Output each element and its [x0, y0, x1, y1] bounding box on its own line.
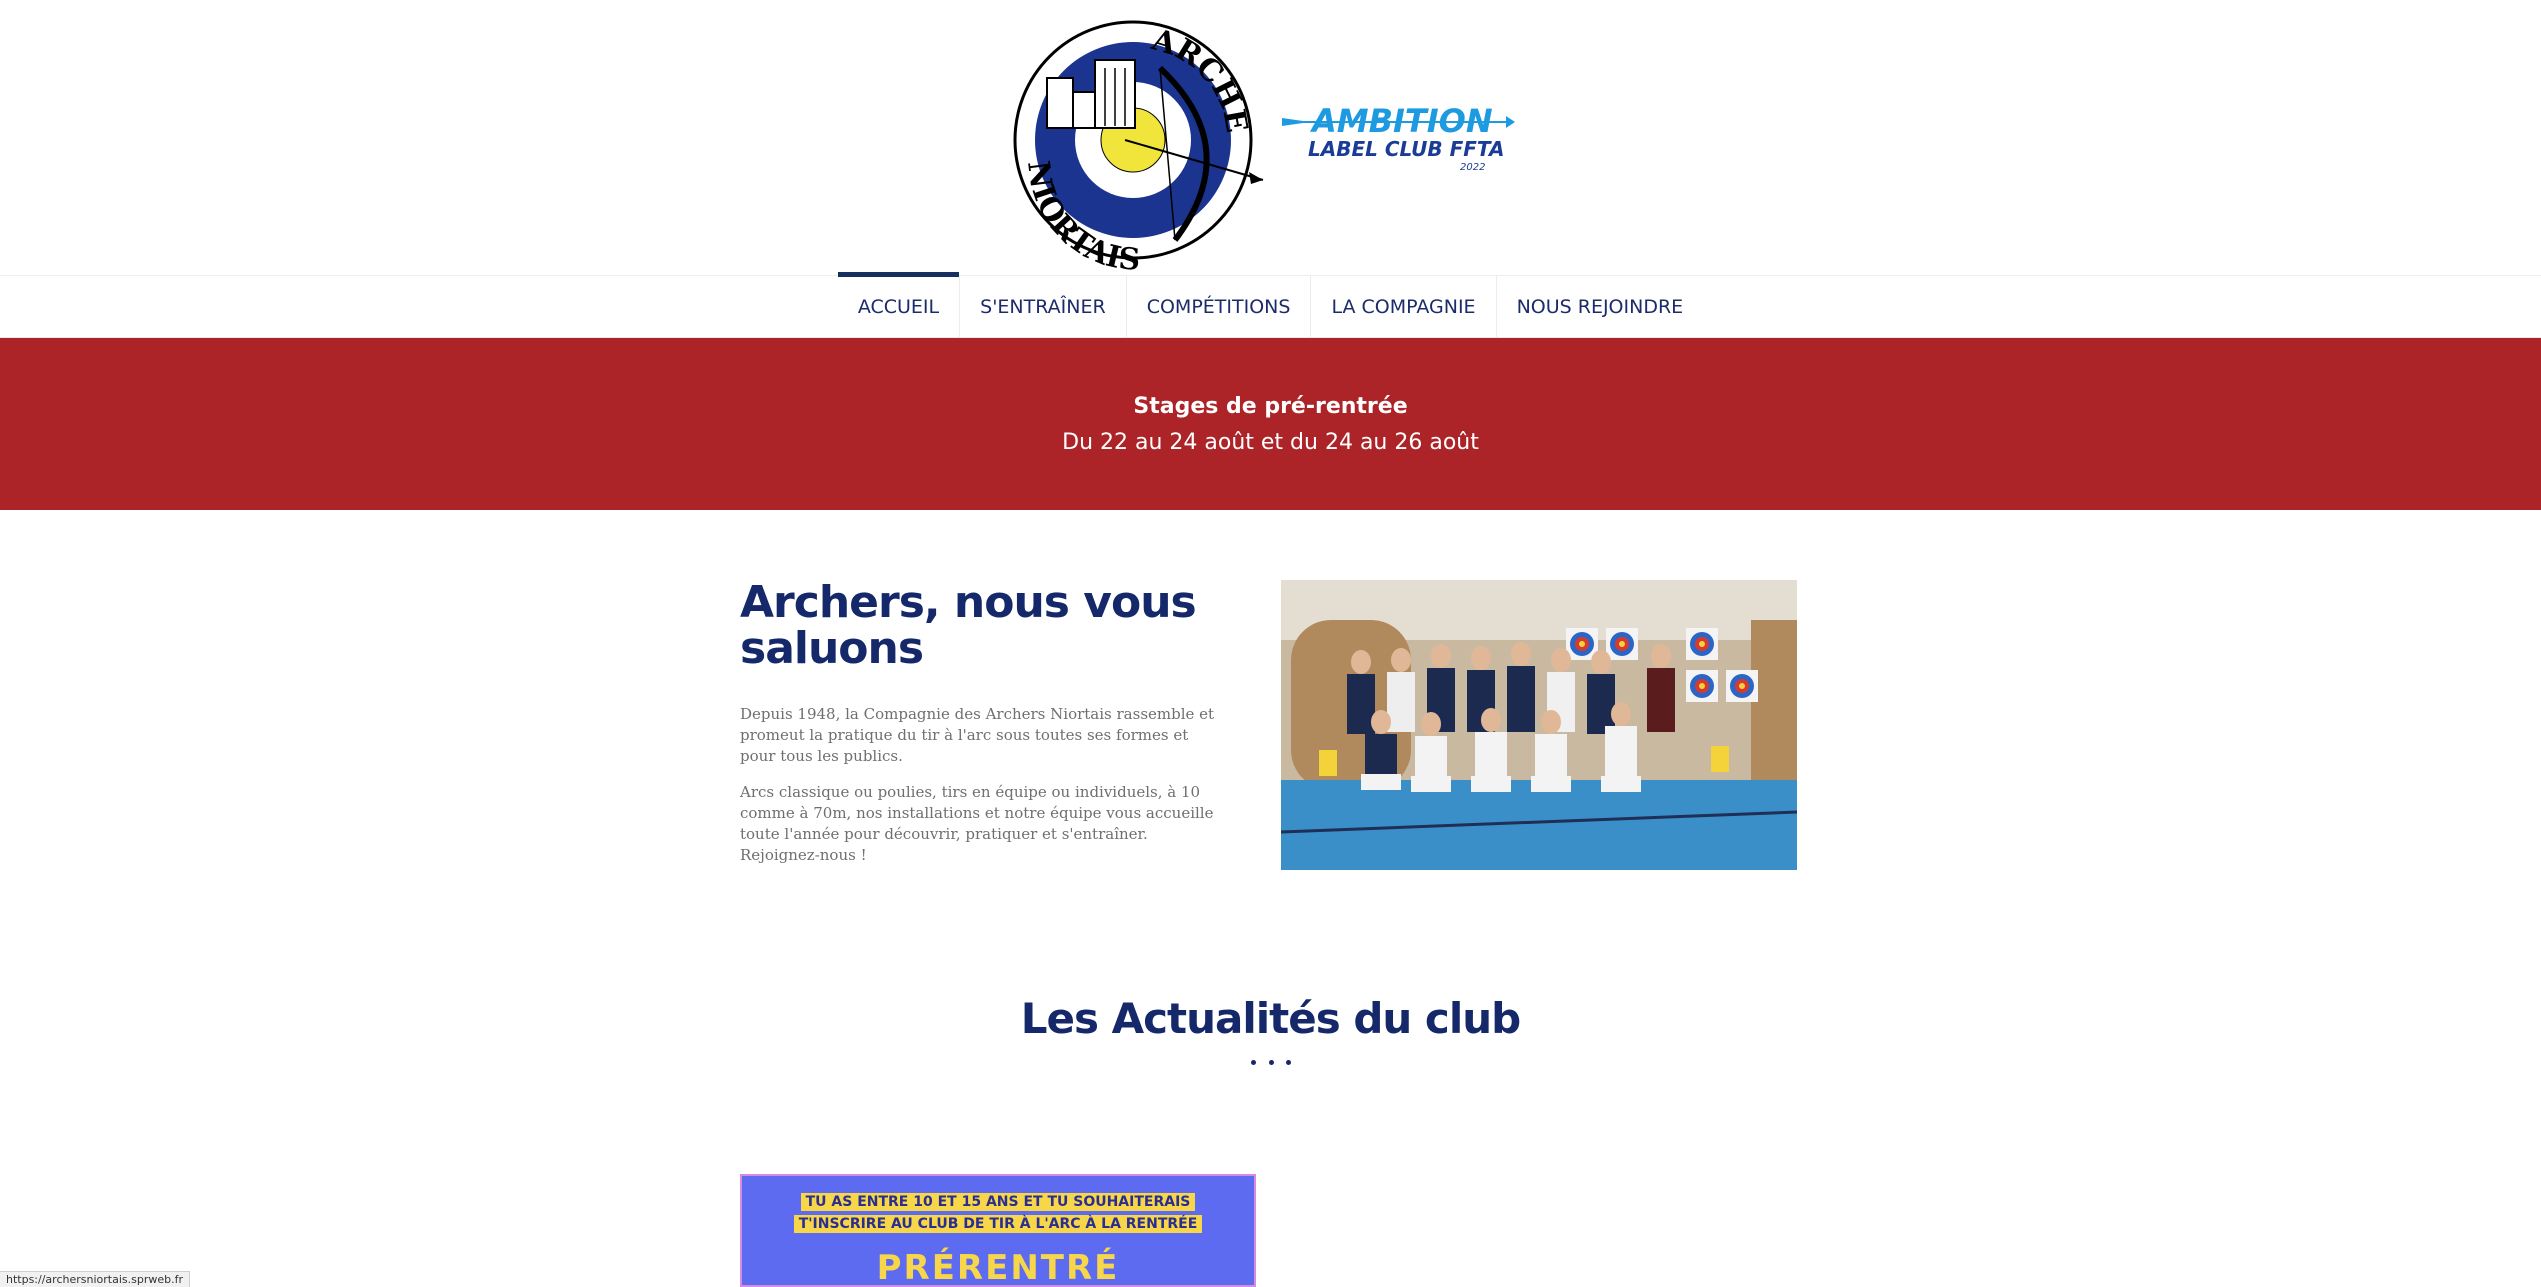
- announcement-banner: Stages de pré-rentrée Du 22 au 24 août e…: [0, 338, 2541, 510]
- site-header: ARCHERS NIORTAIS AMBITION LABEL CLUB FFT…: [0, 0, 2541, 276]
- intro-title: Archers, nous vous saluons: [740, 577, 1197, 674]
- divider-dot: [1268, 1060, 1274, 1065]
- news-card-line-2: T'INSCRIRE AU CLUB DE TIR À L'ARC À LA R…: [742, 1215, 1254, 1233]
- news-card-headline: PRÉRENTRÉ: [876, 1248, 1120, 1287]
- title-divider-dots: [1251, 1060, 1291, 1066]
- nav-item-accueil[interactable]: ACCUEIL: [837, 272, 961, 338]
- news-card[interactable]: TU AS ENTRE 10 ET 15 ANS ET TU SOUHAITER…: [740, 1174, 1256, 1287]
- main-nav: ACCUEIL S'ENTRAÎNER COMPÉTITIONS LA COMP…: [0, 272, 2541, 338]
- divider-dot: [1286, 1060, 1291, 1065]
- nav-item-la-compagnie[interactable]: LA COMPAGNIE: [1311, 276, 1497, 338]
- nav-item-nous-rejoindre[interactable]: NOUS REJOINDRE: [1497, 276, 1704, 338]
- banner-title: Stages de pré-rentrée: [1133, 394, 1408, 419]
- intro-paragraph-1: Depuis 1948, la Compagnie des Archers Ni…: [740, 705, 1215, 765]
- nav-item-competitions[interactable]: COMPÉTITIONS: [1127, 276, 1312, 338]
- news-card-line-1: TU AS ENTRE 10 ET 15 ANS ET TU SOUHAITER…: [742, 1193, 1254, 1211]
- archers-niortais-logo[interactable]: ARCHERS NIORTAIS: [1005, 8, 1267, 270]
- ambition-label-logo: AMBITION LABEL CLUB FFTA 2022: [1282, 102, 1515, 173]
- status-bar-url: https://archersniortais.sprweb.fr: [0, 1271, 190, 1287]
- intro-paragraph-2: Arcs classique ou poulies, tirs en équip…: [740, 783, 1214, 864]
- divider-dot: [1251, 1060, 1256, 1065]
- banner-subtitle: Du 22 au 24 août et du 24 au 26 août: [1062, 430, 1479, 455]
- label-club-text: LABEL CLUB FFTA: [1308, 137, 1505, 161]
- club-group-photo: [1281, 580, 1797, 870]
- news-section-title: Les Actualités du club: [1020, 994, 1521, 1043]
- ambition-text: AMBITION: [1309, 102, 1493, 140]
- nav-item-sentrainer[interactable]: S'ENTRAÎNER: [960, 276, 1127, 338]
- ambition-year: 2022: [1460, 162, 1485, 173]
